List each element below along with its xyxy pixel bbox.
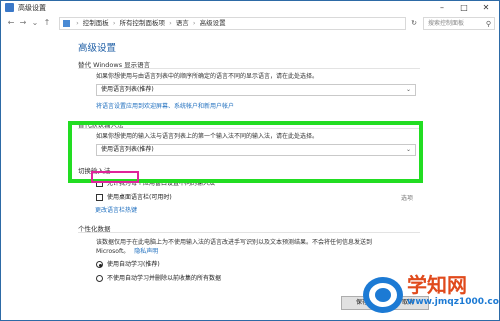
minimize-button[interactable]: –	[431, 1, 453, 15]
window-title: 高级设置	[18, 4, 46, 12]
maximize-button[interactable]: □	[453, 1, 475, 15]
divider	[78, 68, 420, 69]
change-hotkey-link[interactable]: 更改语言栏热键	[95, 205, 137, 214]
no-auto-learn-radio[interactable]: 不使用自动学习并删除以前收集的所有数据	[96, 273, 221, 282]
auto-learn-radio[interactable]: 使用自动学习(推荐)	[96, 259, 160, 268]
desktop-language-bar-label: 使用桌面语言栏(可用时)	[107, 194, 172, 201]
auto-learn-label: 使用自动学习(推荐)	[107, 261, 160, 268]
watermark-logo: 学知网 www.jmqz1000.com	[361, 269, 500, 320]
radio-selected-icon	[96, 261, 103, 268]
desktop-language-bar-checkbox[interactable]: 使用桌面语言栏(可用时)	[96, 192, 172, 201]
display-language-select-value: 使用语言列表(推荐)	[101, 86, 154, 93]
personalization-description: 该数据仅用于在此电脑上为不使用输入法的语言改进手写识别以及文本预测结果。不会将任…	[96, 239, 373, 246]
display-language-description: 如果你想使用与由语言列表中的顺序所确定的语言不同的显示语言，请在此处选择。	[96, 73, 319, 80]
search-placeholder: 搜索控制面板	[428, 20, 465, 27]
forward-icon[interactable]: →	[17, 17, 29, 29]
control-panel-icon	[63, 19, 70, 27]
close-button[interactable]: ✕	[475, 1, 497, 15]
privacy-link[interactable]: 隐私声明	[134, 248, 158, 255]
search-input[interactable]: 搜索控制面板 ⚲	[423, 17, 495, 30]
chevron-down-icon: ⌄	[405, 86, 411, 93]
highlight-box-hotkey	[91, 171, 139, 183]
watermark-icon	[363, 277, 403, 313]
breadcrumb[interactable]: › 控制面板 › 所有控制面板项 › 语言 › 高级设置	[59, 17, 406, 30]
breadcrumb-item[interactable]: 高级设置	[200, 19, 226, 27]
no-auto-learn-label: 不使用自动学习并删除以前收集的所有数据	[107, 275, 222, 282]
page-title: 高级设置	[78, 43, 117, 54]
options-link[interactable]: 选项	[401, 193, 413, 202]
recent-dropdown-icon[interactable]: ⌄	[29, 17, 41, 29]
personalization-description-line2: Microsoft。 隐私声明	[96, 248, 159, 255]
display-language-select[interactable]: 使用语言列表(推荐) ⌄	[96, 84, 416, 96]
window: 高级设置 – □ ✕ ← → ⌄ ↑ › 控制面板 › 所有控制面板项 › 语言…	[0, 0, 500, 321]
divider	[78, 232, 420, 233]
refresh-icon[interactable]: ↻	[408, 17, 420, 30]
radio-icon	[96, 275, 103, 282]
checkbox-icon	[96, 194, 103, 201]
search-icon: ⚲	[485, 20, 491, 28]
apply-language-settings-link[interactable]: 将语言设置应用到欢迎屏幕、系统帐户和新用户帐户	[96, 101, 234, 110]
address-bar: ← → ⌄ ↑ › 控制面板 › 所有控制面板项 › 语言 › 高级设置 ↻ 搜…	[1, 15, 499, 32]
watermark-url: www.jmqz1000.com	[407, 297, 500, 307]
breadcrumb-item[interactable]: 所有控制面板项	[120, 19, 166, 27]
title-bar: 高级设置 – □ ✕	[1, 1, 499, 15]
control-panel-icon	[5, 3, 14, 12]
breadcrumb-item[interactable]: 语言	[176, 19, 189, 27]
breadcrumb-item[interactable]: 控制面板	[83, 19, 109, 27]
up-icon[interactable]: ↑	[41, 17, 53, 29]
back-icon[interactable]: ←	[5, 17, 17, 29]
watermark-text: 学知网	[407, 273, 467, 297]
